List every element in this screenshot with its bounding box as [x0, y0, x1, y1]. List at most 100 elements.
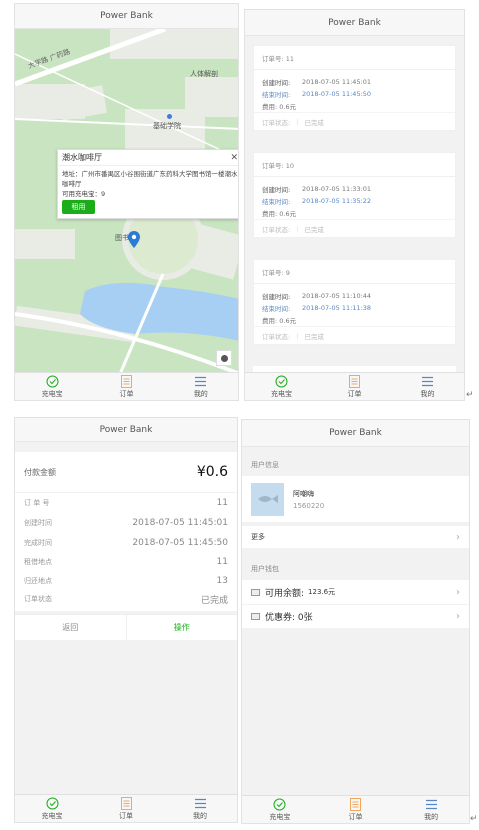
- tab-orders[interactable]: 订单: [318, 373, 391, 400]
- tab-orders[interactable]: 订单: [89, 373, 163, 400]
- detail-row: 订 单 号 11: [15, 493, 237, 513]
- ended-time: 2018-07-05 11:45:50: [302, 90, 372, 98]
- balance-value: 123.6元: [308, 588, 336, 596]
- order-card[interactable]: 订单号: 9 创建时间: 2018-07-05 11:10:44 结束时间: 201…: [253, 259, 456, 345]
- tab-charge[interactable]: 充电宝: [245, 373, 318, 400]
- tab-charge-label: 充电宝: [41, 389, 63, 398]
- detail-row: 订单状态 已完成: [15, 589, 237, 609]
- map-poi-icon: [167, 114, 172, 119]
- tab-mine-label: 我的: [193, 389, 208, 398]
- fish-icon: [257, 495, 278, 503]
- detail-actions: 返回 操作: [15, 614, 237, 640]
- coupon-icon: [251, 613, 260, 620]
- detail-label: 订单状态: [24, 595, 52, 603]
- tab-mine[interactable]: 我的: [163, 795, 237, 822]
- tab-mine-label: 我的: [424, 812, 439, 821]
- tab-mine-label: 我的: [193, 811, 207, 820]
- tab-charge-label: 充电宝: [41, 811, 63, 820]
- menu-icon: [425, 798, 438, 811]
- order-fee: 费用: 0.6元: [262, 210, 297, 218]
- order-number: 订单号: 11: [254, 46, 455, 70]
- detail-label: 创建时间: [24, 519, 52, 527]
- detail-value: 2018-07-05 11:45:50: [132, 538, 228, 548]
- ended-time: 2018-07-05 11:11:38: [302, 304, 372, 312]
- created-label: 创建时间:: [262, 293, 291, 301]
- detail-row: 创建时间 2018-07-05 11:45:01: [15, 513, 237, 533]
- tab-charge[interactable]: 充电宝: [15, 373, 89, 400]
- more-row[interactable]: 更多 ›: [242, 526, 469, 548]
- detail-value: 11: [216, 557, 228, 567]
- page-title: Power Bank: [99, 425, 153, 435]
- coupon-label: 优惠券: 0张: [265, 613, 313, 623]
- menu-icon: [194, 797, 207, 810]
- order-card[interactable]: 订单号: 11 创建时间: 2018-07-05 11:45:01 结束时间: 20…: [253, 45, 456, 131]
- check-circle-icon: [275, 375, 288, 388]
- created-time: 2018-07-05 11:45:01: [302, 78, 372, 86]
- profile-screen: Power Bank 用户信息 阿嘲嗨 1560220 更多 › 用户钱包 可用…: [241, 419, 470, 824]
- tab-mine[interactable]: 我的: [393, 796, 469, 823]
- balance-label: 可用余额:: [265, 588, 305, 599]
- status-label: 订单状态:: [262, 225, 291, 234]
- check-circle-icon: [46, 375, 59, 388]
- status-value: 已完成: [304, 332, 324, 341]
- document-icon: [120, 374, 133, 388]
- tab-orders[interactable]: 订单: [318, 796, 394, 823]
- check-circle-icon: [46, 797, 59, 810]
- order-number: 订单号: 9: [254, 260, 455, 284]
- amount-section: 付款金额 ¥0.6: [15, 452, 237, 492]
- order-card[interactable]: 订单号: 10 创建时间: 2018-07-05 11:33:01 结束时间: 20…: [253, 152, 456, 238]
- status-value: 已完成: [304, 225, 324, 234]
- coupon-row[interactable]: 优惠券: 0张 ›: [242, 605, 469, 628]
- detail-label: 归还地点: [24, 577, 52, 585]
- order-number: 订单号: 10: [254, 153, 455, 177]
- station-popup: 潮水咖啡厅 ✕ 地址：广州市番禺区小谷围街道广东药科大学图书馆一楼潮水咖啡厅 可…: [57, 149, 238, 219]
- check-circle-icon: [273, 798, 286, 811]
- tab-bar: 充电宝 订单 我的: [242, 795, 469, 823]
- tab-bar: 充电宝 订单 我的: [245, 372, 464, 400]
- close-icon[interactable]: ✕: [230, 153, 238, 163]
- detail-label: 订 单 号: [24, 499, 50, 507]
- page-title: Power Bank: [328, 18, 381, 28]
- detail-list: 订 单 号 11 创建时间 2018-07-05 11:45:01 完成时间 2018…: [15, 493, 237, 611]
- nav-bar: Power Bank: [15, 418, 237, 442]
- amount-label: 付款金额: [24, 467, 56, 477]
- ended-label: 结束时间:: [262, 91, 291, 99]
- wallet-icon: [251, 588, 260, 596]
- created-time: 2018-07-05 11:10:44: [302, 292, 372, 300]
- back-button[interactable]: 返回: [15, 615, 127, 640]
- return-mark: ↵: [466, 390, 474, 400]
- page-title: Power Bank: [329, 428, 382, 438]
- tab-charge-label: 充电宝: [269, 812, 291, 821]
- order-fee: 费用: 0.6元: [262, 317, 297, 325]
- ended-time: 2018-07-05 11:35:22: [302, 197, 372, 205]
- tab-mine[interactable]: 我的: [391, 373, 464, 400]
- created-time: 2018-07-05 11:33:01: [302, 185, 372, 193]
- station-address: 地址：广州市番禺区小谷围街道广东药科大学图书馆一楼潮水咖啡厅: [62, 170, 238, 188]
- tab-charge[interactable]: 充电宝: [15, 795, 89, 822]
- order-fee: 费用: 0.6元: [262, 103, 297, 111]
- location-marker-icon[interactable]: [128, 231, 140, 248]
- tab-orders[interactable]: 订单: [89, 795, 163, 822]
- nav-bar: Power Bank: [15, 4, 238, 29]
- balance-row[interactable]: 可用余额: 123.6元 ›: [242, 580, 469, 604]
- rent-button[interactable]: 租用: [62, 200, 95, 214]
- action-button[interactable]: 操作: [127, 615, 238, 640]
- user-card[interactable]: 阿嘲嗨 1560220: [242, 476, 469, 522]
- ended-label: 结束时间:: [262, 305, 291, 313]
- tab-bar: 充电宝 订单 我的: [15, 794, 237, 822]
- detail-value: 2018-07-05 11:45:01: [132, 518, 228, 528]
- tab-mine-label: 我的: [420, 389, 435, 398]
- map-label-building3: 图书: [115, 234, 129, 242]
- return-mark: ↵: [470, 814, 478, 824]
- map-label-building1: 人体解剖: [190, 70, 218, 78]
- tab-charge[interactable]: 充电宝: [242, 796, 318, 823]
- document-icon: [348, 374, 361, 388]
- user-info-header: 用户信息: [251, 461, 279, 469]
- detail-value: 11: [216, 498, 228, 508]
- locate-button[interactable]: [216, 350, 232, 366]
- detail-value: 已完成: [200, 595, 228, 606]
- tab-bar: 充电宝 订单 我的: [15, 372, 238, 400]
- status-value: 已完成: [304, 118, 324, 127]
- tab-mine[interactable]: 我的: [164, 373, 238, 400]
- user-name: 阿嘲嗨: [293, 489, 314, 498]
